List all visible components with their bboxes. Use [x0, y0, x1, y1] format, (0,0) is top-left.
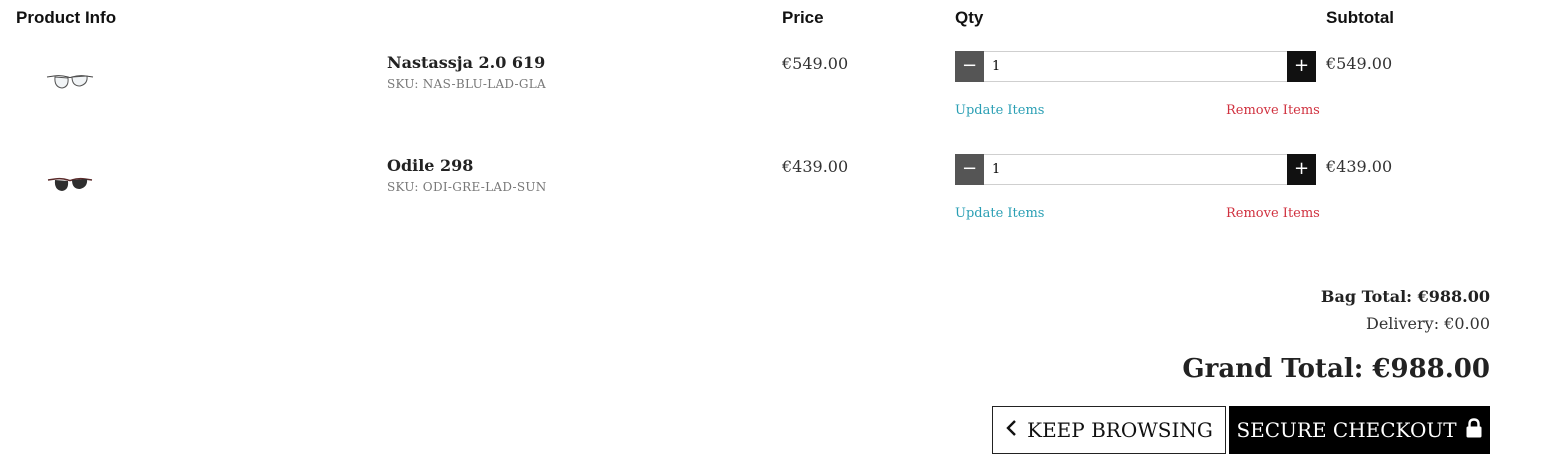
remove-items-link[interactable]: Remove Items	[1226, 206, 1320, 221]
qty-increase-button[interactable]: +	[1287, 51, 1316, 82]
product-sku: SKU: NAS-BLU-LAD-GLA	[387, 77, 547, 91]
delivery-total: Delivery: €0.00	[1365, 314, 1490, 333]
product-name[interactable]: Nastassja 2.0 619	[387, 53, 545, 72]
product-price: €439.00	[782, 157, 849, 176]
header-product-info: Product Info	[16, 8, 117, 27]
quantity-stepper: − +	[955, 51, 1316, 82]
header-qty: Qty	[955, 8, 984, 27]
qty-input[interactable]	[984, 52, 1286, 81]
qty-decrease-button[interactable]: −	[955, 154, 984, 185]
lock-icon	[1465, 417, 1483, 443]
header-price: Price	[782, 8, 824, 27]
secure-checkout-label: SECURE CHECKOUT	[1236, 418, 1457, 442]
chevron-left-icon	[1005, 418, 1019, 442]
product-image-dark-sunglasses-icon[interactable]	[45, 173, 95, 199]
qty-input[interactable]	[984, 155, 1286, 184]
product-price: €549.00	[782, 54, 849, 73]
quantity-stepper: − +	[955, 154, 1316, 185]
product-subtotal: €549.00	[1326, 54, 1393, 73]
update-items-link[interactable]: Update Items	[955, 103, 1044, 118]
keep-browsing-button[interactable]: KEEP BROWSING	[992, 406, 1226, 454]
keep-browsing-label: KEEP BROWSING	[1027, 418, 1213, 442]
bag-total: Bag Total: €988.00	[1320, 287, 1490, 306]
header-subtotal: Subtotal	[1326, 8, 1394, 27]
update-items-link[interactable]: Update Items	[955, 206, 1044, 221]
qty-decrease-button[interactable]: −	[955, 51, 984, 82]
product-name[interactable]: Odile 298	[387, 156, 473, 175]
remove-items-link[interactable]: Remove Items	[1226, 103, 1320, 118]
product-subtotal: €439.00	[1326, 157, 1393, 176]
product-image-clear-eyeglasses-icon[interactable]	[45, 71, 95, 97]
grand-total: Grand Total: €988.00	[1182, 354, 1490, 384]
qty-increase-button[interactable]: +	[1287, 154, 1316, 185]
product-sku: SKU: ODI-GRE-LAD-SUN	[387, 180, 547, 194]
secure-checkout-button[interactable]: SECURE CHECKOUT	[1229, 406, 1490, 454]
